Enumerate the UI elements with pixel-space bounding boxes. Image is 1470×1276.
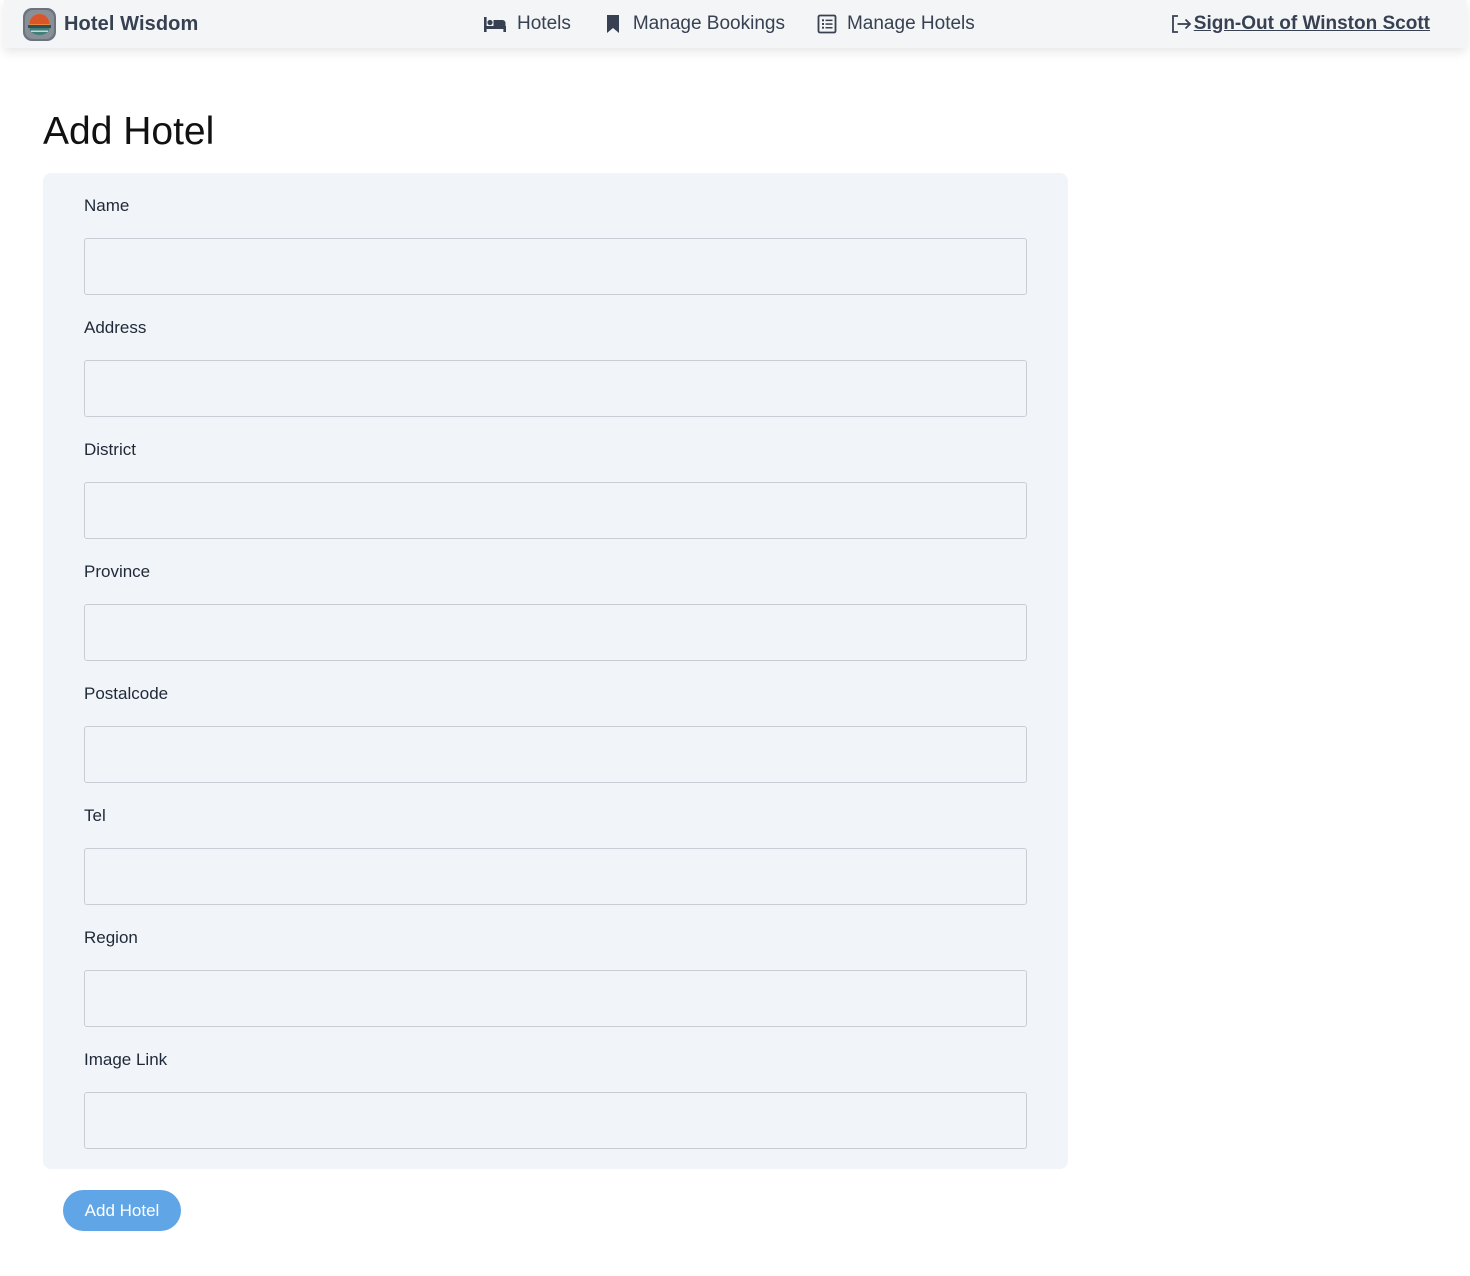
nav-link-hotels[interactable]: Hotels (483, 0, 571, 48)
top-navbar: Hotel Wisdom Hotels Manage Bookings Mana… (4, 0, 1466, 48)
nav-links: Hotels Manage Bookings Manage Hotels (483, 0, 1007, 48)
nav-link-manage-bookings[interactable]: Manage Bookings (603, 0, 785, 48)
image-link-input[interactable] (84, 1092, 1027, 1149)
nav-link-manage-bookings-label: Manage Bookings (632, 13, 785, 34)
sign-out-icon (1170, 13, 1194, 35)
name-input[interactable] (84, 238, 1027, 295)
brand-home-link[interactable]: Hotel Wisdom (23, 8, 198, 41)
tel-input[interactable] (84, 848, 1027, 905)
district-label: District (84, 440, 136, 459)
name-label: Name (84, 196, 130, 215)
bed-icon (483, 14, 517, 34)
address-label: Address (84, 318, 147, 337)
nav-link-manage-hotels[interactable]: Manage Hotels (817, 0, 975, 48)
bookmark-icon (603, 14, 633, 34)
list-icon (817, 14, 847, 34)
province-input[interactable] (84, 604, 1027, 661)
sign-out-label: Sign-Out of Winston Scott (1193, 13, 1430, 34)
address-input[interactable] (84, 360, 1027, 417)
page-title: Add Hotel (43, 110, 215, 153)
region-input[interactable] (84, 970, 1027, 1027)
province-label: Province (84, 562, 151, 581)
postalcode-input[interactable] (84, 726, 1027, 783)
sunset-logo-icon (23, 8, 56, 41)
nav-link-hotels-label: Hotels (517, 13, 571, 34)
add-hotel-button[interactable]: Add Hotel (63, 1190, 181, 1231)
region-label: Region (84, 928, 138, 947)
postalcode-label: Postalcode (84, 684, 169, 703)
brand-name: Hotel Wisdom (64, 13, 199, 35)
district-input[interactable] (84, 482, 1027, 539)
add-hotel-form: Name Address District Province Postalcod… (43, 173, 1068, 1169)
image-link-label: Image Link (84, 1050, 168, 1069)
nav-link-manage-hotels-label: Manage Hotels (846, 13, 975, 34)
sign-out-link[interactable]: Sign-Out of Winston Scott (1170, 0, 1430, 48)
tel-label: Tel (84, 806, 106, 825)
